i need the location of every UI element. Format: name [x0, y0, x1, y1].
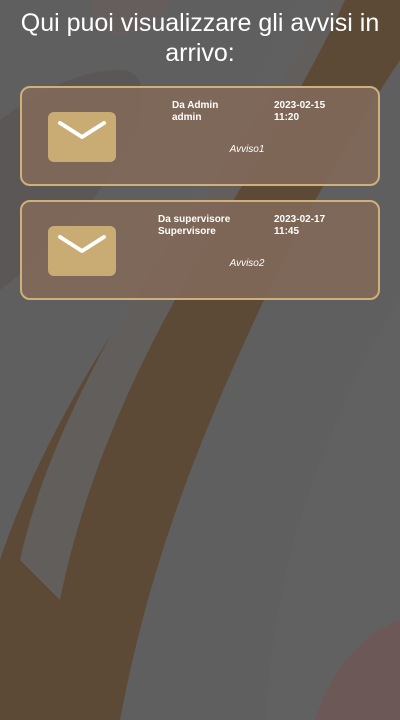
- notice-date: 2023-02-15: [274, 100, 326, 111]
- notice-sender-label: Da supervisore: [158, 214, 231, 225]
- notice-subject: Avviso1: [229, 144, 265, 155]
- envelope-icon: [48, 112, 116, 162]
- notice-card[interactable]: Da supervisore Supervisore 2023-02-17 11…: [20, 200, 380, 300]
- page-title: Qui puoi visualizzare gli avvisi in arri…: [20, 9, 380, 67]
- notice-subject: Avviso2: [229, 258, 265, 269]
- notice-sender-label: Da Admin: [172, 100, 219, 111]
- envelope-icon: [48, 226, 116, 276]
- notice-card[interactable]: Da Admin admin 2023-02-15 11:20 Avviso1: [20, 86, 380, 186]
- notice-sender-name: admin: [172, 112, 202, 123]
- notice-time: 11:45: [274, 226, 300, 237]
- notice-date: 2023-02-17: [274, 214, 326, 225]
- notice-time: 11:20: [274, 112, 300, 123]
- notice-sender-name: Supervisore: [158, 226, 216, 237]
- notice-list: Da Admin admin 2023-02-15 11:20 Avviso1 …: [20, 86, 380, 314]
